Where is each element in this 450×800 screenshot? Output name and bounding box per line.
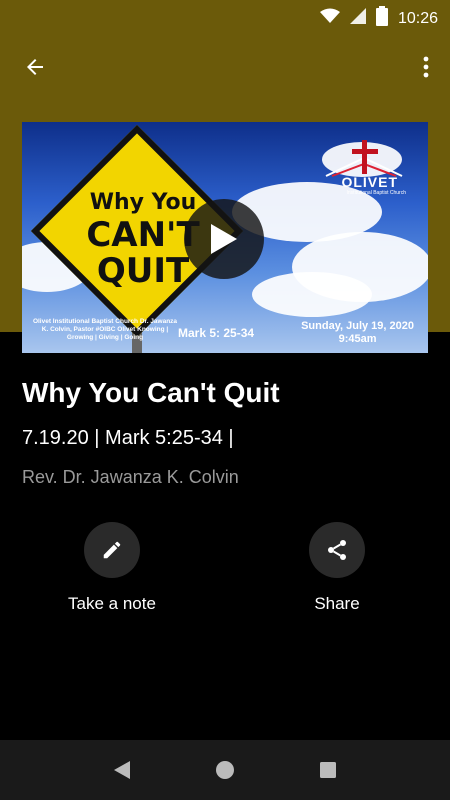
scripture-reference: Mark 5: 25-34	[178, 326, 255, 340]
cloud-decoration	[252, 272, 372, 317]
take-note-label: Take a note	[68, 594, 156, 613]
play-button[interactable]	[184, 199, 264, 279]
sermon-title: Why You Can't Quit	[22, 377, 280, 408]
service-date-text: Sunday, July 19, 2020	[301, 320, 414, 332]
share-label: Share	[314, 594, 360, 613]
share-action[interactable]: Share	[257, 522, 417, 614]
nav-home-button[interactable]	[205, 750, 245, 790]
status-time: 10:26	[397, 9, 438, 27]
logo-subtitle: Institutional Baptist Church	[346, 190, 406, 196]
take-note-action[interactable]: Take a note	[32, 522, 192, 614]
service-date: Sunday, July 19, 2020 9:45am	[301, 320, 414, 346]
more-options-button[interactable]	[414, 50, 438, 84]
take-note-button[interactable]	[84, 522, 140, 578]
status-bar: 10:26	[0, 0, 450, 32]
sign-line1: Why You	[89, 190, 197, 215]
nav-back-button[interactable]	[102, 750, 142, 790]
pencil-icon	[103, 541, 121, 559]
share-icon	[328, 540, 346, 560]
home-circle-icon	[215, 761, 234, 779]
sermon-subtitle: 7.19.20 | Mark 5:25-34 |	[22, 427, 234, 449]
share-button[interactable]	[309, 522, 365, 578]
wifi-icon	[319, 8, 340, 29]
church-info: Olivet Institutional Baptist Church Dr. …	[32, 318, 178, 342]
nav-recents-button[interactable]	[308, 750, 348, 790]
sermon-speaker: Rev. Dr. Jawanza K. Colvin	[22, 467, 239, 487]
signal-icon	[349, 8, 366, 29]
status-icons: 10:26	[319, 6, 438, 31]
navigation-bar	[0, 740, 450, 800]
back-button[interactable]	[18, 50, 52, 84]
service-time-text: 9:45am	[338, 333, 377, 346]
logo-name: OLIVET	[341, 174, 398, 190]
play-icon	[211, 224, 237, 254]
recents-square-icon	[320, 762, 337, 778]
arrow-left-icon	[27, 59, 43, 75]
battery-icon	[375, 6, 388, 31]
more-vertical-icon	[423, 56, 429, 78]
back-triangle-icon	[113, 761, 130, 779]
